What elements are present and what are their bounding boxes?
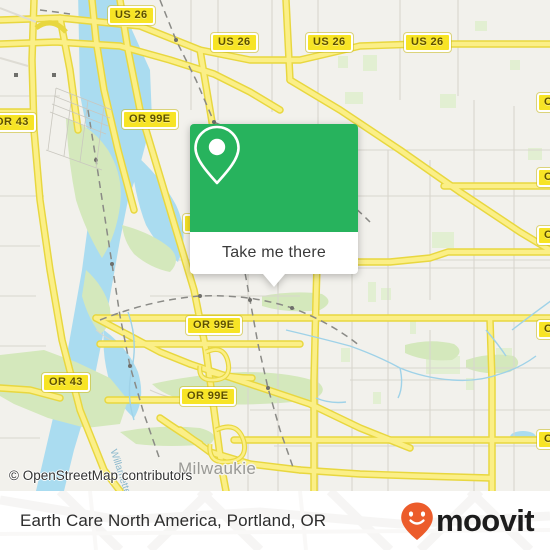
map-canvas[interactable]: US 26 US 26 US 26 US 26 OR 99E OR 43 OR …	[0, 0, 550, 491]
road-shield: OR	[537, 168, 550, 187]
callout-label: Take me there	[222, 244, 326, 261]
take-me-there-callout[interactable]: Take me there	[190, 124, 358, 287]
road-shield: OR 43	[0, 113, 36, 132]
road-shield: US 26	[108, 6, 155, 25]
moovit-smiley-pin-icon	[401, 502, 433, 540]
road-shield: US 26	[404, 33, 451, 52]
road-shield: US 26	[306, 33, 353, 52]
road-shield: OR	[537, 430, 550, 449]
road-shield: US 26	[211, 33, 258, 52]
callout-tail	[263, 274, 285, 287]
road-shield: OR 43	[42, 373, 90, 392]
callout-action-panel[interactable]: Take me there	[190, 232, 358, 287]
road-shield: OR 99E	[186, 316, 242, 335]
map-screenshot: US 26 US 26 US 26 US 26 OR 99E OR 43 OR …	[0, 0, 550, 550]
road-shield: OR	[537, 93, 550, 112]
moovit-wordmark: moovit	[435, 503, 535, 538]
road-shield: OR 99E	[122, 110, 178, 129]
road-shield: OR 99E	[180, 387, 236, 406]
moovit-brand[interactable]: moovit	[399, 501, 535, 541]
osm-attribution[interactable]: © OpenStreetMap contributors	[9, 468, 192, 483]
location-title: Earth Care North America, Portland, OR	[20, 510, 327, 530]
bottom-banner: Earth Care North America, Portland, OR m…	[0, 491, 550, 550]
callout-icon-panel	[190, 124, 358, 232]
map-pin-icon	[194, 125, 240, 185]
road-shield: OR	[537, 226, 550, 245]
road-shield: OR	[537, 320, 550, 339]
